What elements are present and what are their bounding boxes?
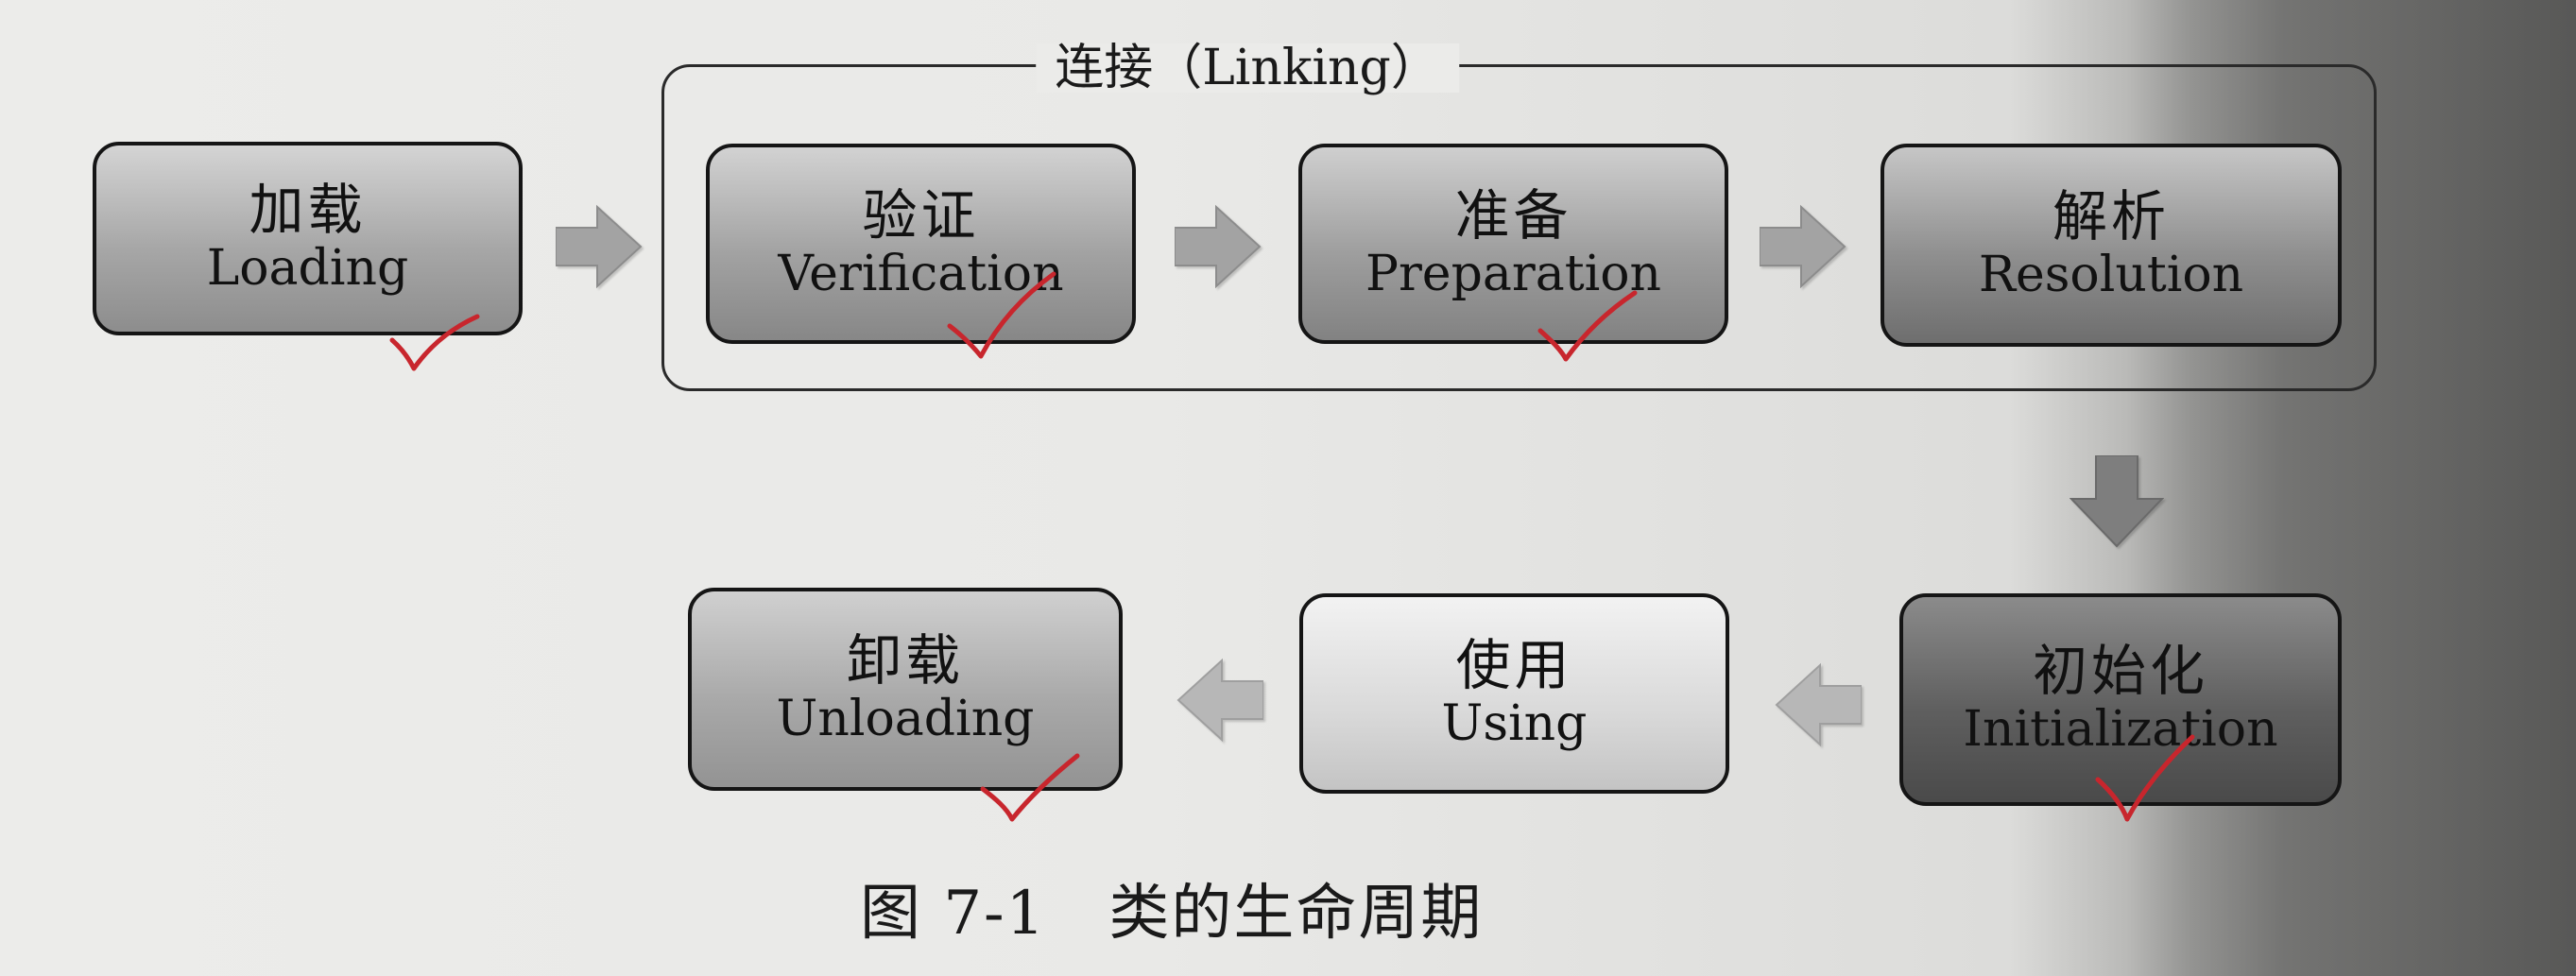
stage-preparation-box: 准备 Preparation bbox=[1298, 144, 1728, 344]
stage-using-box: 使用 Using bbox=[1299, 593, 1729, 794]
arrow-right-icon bbox=[556, 204, 643, 289]
stage-loading-zh: 加载 bbox=[249, 178, 367, 243]
arrow-left-icon bbox=[1176, 658, 1263, 743]
stage-unloading-en: Unloading bbox=[776, 691, 1035, 748]
stage-verification-box: 验证 Verification bbox=[706, 144, 1136, 344]
linking-group-label: 连接（Linking） bbox=[1036, 43, 1459, 93]
stage-initialization-zh: 初始化 bbox=[2032, 639, 2208, 704]
stage-unloading-zh: 卸载 bbox=[846, 628, 964, 693]
stage-preparation-zh: 准备 bbox=[1454, 182, 1572, 248]
check-mark-icon bbox=[2095, 734, 2195, 822]
stage-resolution-en: Resolution bbox=[1978, 247, 2244, 304]
stage-resolution-box: 解析 Resolution bbox=[1880, 144, 2342, 347]
arrow-right-icon bbox=[1175, 204, 1262, 289]
check-mark-icon bbox=[1537, 290, 1638, 362]
stage-using-zh: 使用 bbox=[1455, 632, 1573, 697]
stage-loading-box: 加载 Loading bbox=[93, 142, 523, 335]
stage-using-en: Using bbox=[1441, 694, 1588, 752]
check-mark-icon bbox=[389, 314, 480, 371]
figure-caption: 图 7-1 类的生命周期 bbox=[860, 879, 1484, 949]
check-mark-icon bbox=[980, 753, 1080, 822]
stage-verification-zh: 验证 bbox=[862, 182, 980, 248]
stage-resolution-zh: 解析 bbox=[2052, 184, 2170, 249]
arrow-left-icon bbox=[1775, 662, 1862, 747]
check-mark-icon bbox=[947, 271, 1056, 359]
arrow-down-icon bbox=[2069, 455, 2164, 548]
stage-loading-en: Loading bbox=[206, 240, 409, 298]
arrow-right-icon bbox=[1760, 204, 1846, 289]
